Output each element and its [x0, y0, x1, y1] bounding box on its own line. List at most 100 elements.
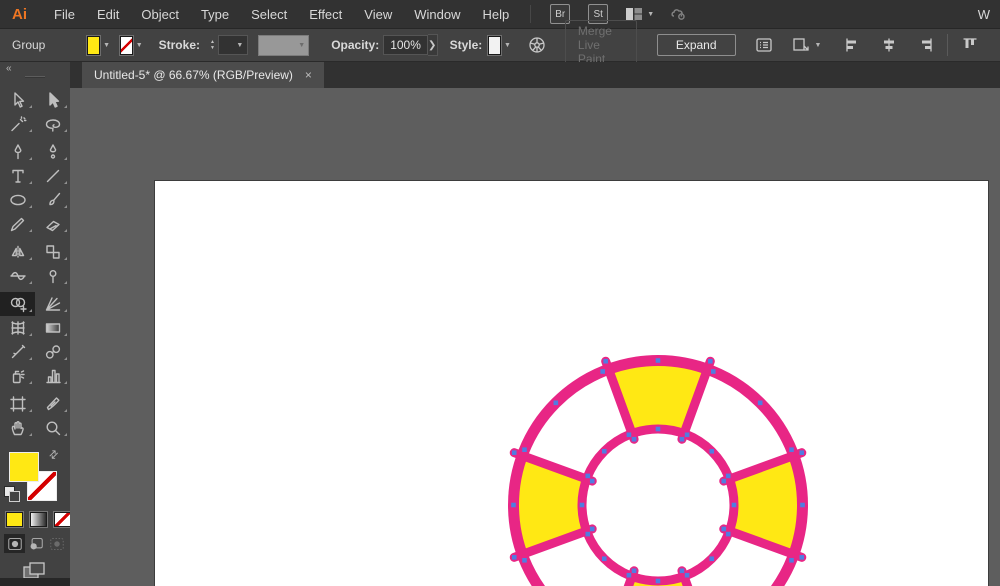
- anchor-point[interactable]: [726, 532, 731, 537]
- anchor-point[interactable]: [632, 437, 637, 442]
- anchor-point[interactable]: [602, 556, 607, 561]
- tool-direct-selection[interactable]: [35, 88, 70, 112]
- anchor-point[interactable]: [511, 503, 516, 508]
- fill-color-swatch[interactable]: [87, 36, 100, 55]
- chevron-down-icon[interactable]: ▼: [504, 42, 511, 49]
- anchor-point[interactable]: [554, 401, 559, 406]
- anchor-point[interactable]: [709, 449, 714, 454]
- anchor-point[interactable]: [800, 503, 805, 508]
- draw-behind-button[interactable]: [25, 534, 46, 553]
- chevron-down-icon[interactable]: ▼: [103, 42, 110, 49]
- gradient-button[interactable]: [30, 512, 47, 527]
- anchor-point[interactable]: [512, 555, 517, 560]
- tool-blend[interactable]: [35, 340, 70, 364]
- anchor-point[interactable]: [627, 573, 632, 578]
- close-icon[interactable]: ×: [305, 69, 312, 81]
- tool-reflect[interactable]: [0, 240, 35, 264]
- anchor-point[interactable]: [602, 449, 607, 454]
- anchor-point[interactable]: [590, 479, 595, 484]
- tool-artboard[interactable]: [0, 392, 35, 416]
- cc-sync-icon[interactable]: [668, 4, 688, 24]
- anchor-point[interactable]: [789, 558, 794, 563]
- tool-perspective-grid[interactable]: [35, 292, 70, 316]
- tool-column-graph[interactable]: [35, 364, 70, 388]
- stroke-color-swatch[interactable]: [120, 36, 133, 55]
- none-button[interactable]: [54, 512, 71, 527]
- tool-slice[interactable]: [35, 392, 70, 416]
- brush-definition-dropdown[interactable]: ▼: [258, 35, 309, 56]
- anchor-point[interactable]: [726, 474, 731, 479]
- opacity-panel-arrow[interactable]: ❯: [428, 34, 438, 56]
- align-top-icon[interactable]: [960, 35, 980, 55]
- draw-normal-button[interactable]: [4, 534, 25, 553]
- anchor-point[interactable]: [656, 427, 661, 432]
- options-panel-icon[interactable]: [754, 35, 774, 55]
- tool-line-segment[interactable]: [35, 164, 70, 188]
- menu-select[interactable]: Select: [240, 0, 298, 29]
- anchor-point[interactable]: [585, 474, 590, 479]
- menu-object[interactable]: Object: [130, 0, 190, 29]
- anchor-point[interactable]: [580, 503, 585, 508]
- anchor-point[interactable]: [522, 558, 527, 563]
- tool-gradient[interactable]: [35, 316, 70, 340]
- anchor-point[interactable]: [603, 359, 608, 364]
- stroke-weight-dropdown[interactable]: ▼: [218, 35, 248, 55]
- align-center-icon[interactable]: [879, 35, 899, 55]
- anchor-point[interactable]: [600, 369, 605, 374]
- tool-puppet-warp[interactable]: [35, 264, 70, 288]
- tool-scale[interactable]: [35, 240, 70, 264]
- menu-view[interactable]: View: [353, 0, 403, 29]
- menu-window[interactable]: Window: [403, 0, 471, 29]
- anchor-point[interactable]: [632, 568, 637, 573]
- tool-paintbrush[interactable]: [35, 188, 70, 212]
- menu-edit[interactable]: Edit: [86, 0, 130, 29]
- tool-symbol-sprayer[interactable]: [0, 364, 35, 388]
- anchor-point[interactable]: [680, 437, 685, 442]
- anchor-point[interactable]: [656, 358, 661, 363]
- anchor-point[interactable]: [680, 568, 685, 573]
- tool-selection[interactable]: [0, 88, 35, 112]
- tool-curvature[interactable]: [35, 140, 70, 164]
- tool-hand[interactable]: [0, 416, 35, 440]
- menu-file[interactable]: File: [43, 0, 86, 29]
- anchor-point[interactable]: [709, 556, 714, 561]
- graphic-style-swatch[interactable]: [488, 36, 501, 55]
- opacity-value-field[interactable]: 100%: [383, 35, 428, 55]
- anchor-point[interactable]: [799, 450, 804, 455]
- tool-shape-builder[interactable]: [0, 292, 35, 316]
- collapse-panel-icon[interactable]: «: [6, 63, 13, 74]
- anchor-point[interactable]: [789, 447, 794, 452]
- tool-mesh[interactable]: [0, 316, 35, 340]
- artwork-lifebuoy[interactable]: [493, 340, 823, 586]
- anchor-point[interactable]: [685, 432, 690, 437]
- anchor-point[interactable]: [721, 527, 726, 532]
- anchor-point[interactable]: [585, 532, 590, 537]
- tool-magic-wand[interactable]: [0, 112, 35, 136]
- draw-inside-button[interactable]: [46, 534, 67, 553]
- tool-ellipse[interactable]: [0, 188, 35, 212]
- isolate-artboard-icon[interactable]: ▼: [790, 35, 822, 55]
- tool-eraser[interactable]: [35, 212, 70, 236]
- panel-grip[interactable]: [25, 76, 45, 78]
- expand-button[interactable]: Expand: [657, 34, 736, 56]
- stroke-weight-stepper[interactable]: ▲▼: [210, 39, 215, 51]
- color-button[interactable]: [6, 512, 23, 527]
- default-fill-stroke-icon[interactable]: [4, 486, 15, 497]
- anchor-point[interactable]: [685, 573, 690, 578]
- menu-effect[interactable]: Effect: [298, 0, 353, 29]
- anchor-point[interactable]: [522, 447, 527, 452]
- align-left-icon[interactable]: [843, 35, 863, 55]
- tool-type[interactable]: [0, 164, 35, 188]
- recolor-artwork-icon[interactable]: [527, 35, 547, 55]
- menu-type[interactable]: Type: [190, 0, 240, 29]
- tool-lasso[interactable]: [35, 112, 70, 136]
- anchor-point[interactable]: [627, 432, 632, 437]
- anchor-point[interactable]: [758, 401, 763, 406]
- tool-pen[interactable]: [0, 140, 35, 164]
- anchor-point[interactable]: [732, 503, 737, 508]
- chevron-down-icon[interactable]: ▼: [136, 42, 143, 49]
- anchor-point[interactable]: [708, 359, 713, 364]
- anchor-point[interactable]: [721, 479, 726, 484]
- document-tab[interactable]: Untitled-5* @ 66.67% (RGB/Preview) ×: [82, 62, 324, 88]
- tool-eyedropper[interactable]: [0, 340, 35, 364]
